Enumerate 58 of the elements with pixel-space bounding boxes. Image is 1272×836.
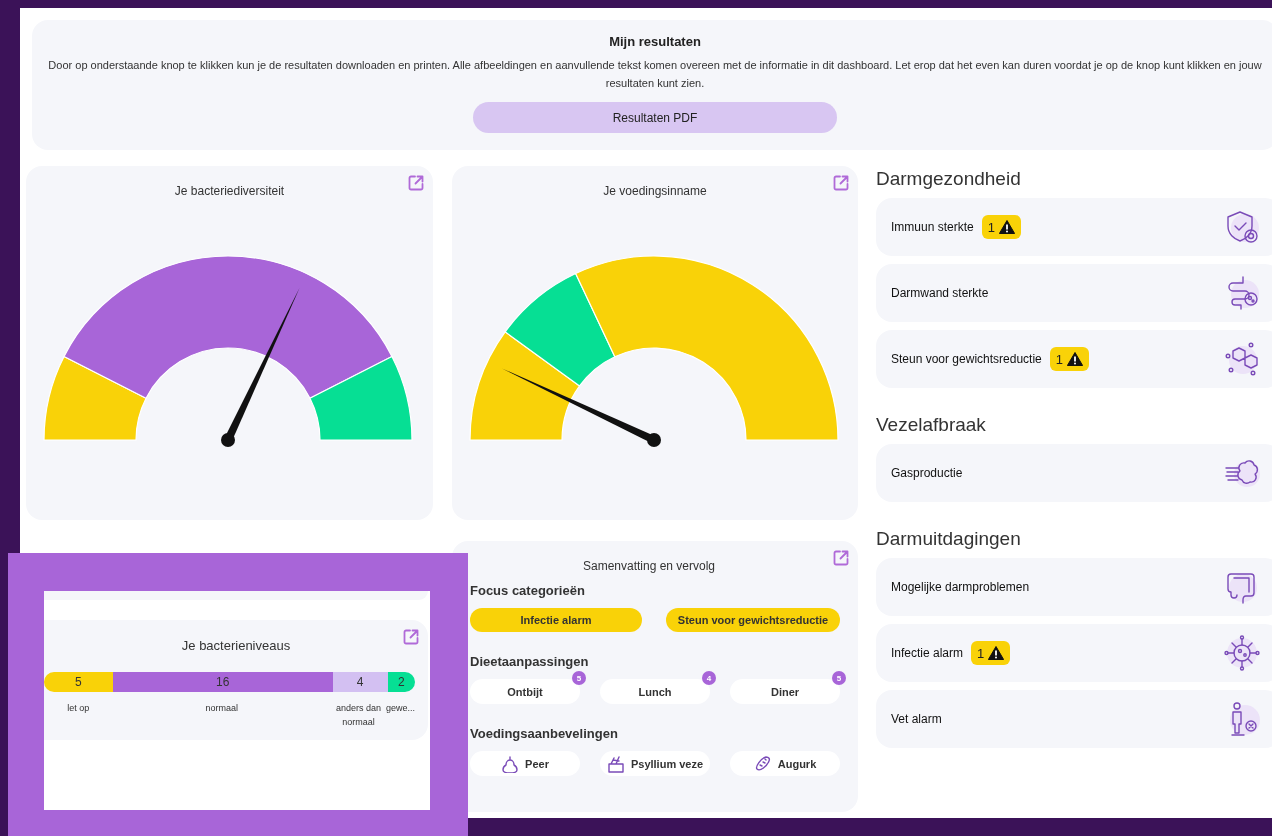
food-label: Augurk <box>777 757 817 770</box>
bar-segment: 5 <box>44 672 113 692</box>
section-heading: Dieetaanpassingen <box>470 654 590 669</box>
segment-label: let op <box>66 702 91 715</box>
external-link-icon[interactable] <box>402 628 420 646</box>
alert-count: 1 <box>977 645 985 661</box>
item-label: Immuun sterkte <box>891 220 974 234</box>
segment-label: anders dan normaal <box>335 702 383 729</box>
item-label: Infectie alarm <box>891 646 964 660</box>
molecule-icon <box>1223 340 1261 378</box>
alert-count: 1 <box>987 219 995 235</box>
category-item[interactable]: Mogelijke darmproblemen <box>876 558 1272 616</box>
bar-segment: 4 <box>332 672 388 692</box>
card-title: Je bacterieniveaus <box>181 638 291 653</box>
bar-segment: 16 <box>112 672 333 692</box>
category-item[interactable]: Gasproductie <box>876 444 1272 502</box>
warning-icon <box>1067 352 1083 366</box>
section-heading: Vezelafbraak <box>876 414 987 436</box>
card-title: Je voedingsinname <box>603 184 707 198</box>
external-link-icon[interactable] <box>407 174 425 192</box>
card-title: Je bacteriediversiteit <box>174 184 285 198</box>
item-label: Vet alarm <box>891 712 942 726</box>
card-title: Samenvatting en vervolg <box>582 559 716 573</box>
alert-count: 1 <box>1055 351 1063 367</box>
pdf-button[interactable]: Resultaten PDF <box>473 102 837 133</box>
category-item[interactable]: Steun voor gewichtsreductie 1 <box>876 330 1272 388</box>
count-badge: 5 <box>832 671 846 685</box>
pear-icon <box>501 754 520 773</box>
segment-label: gewe... <box>385 702 415 715</box>
item-label: Darmwand sterkte <box>891 286 989 300</box>
header-description: Door op onderstaande knop te klikken kun je de resultaten downloaden en printen. Alle afbeeldingen en aanvullende tekst komen overeen met de informatie in dit dashboard. Let erop dat het even kan duren voordat je op de knop kunt klikken en jouw resultaten kunt zien. <box>48 58 1262 91</box>
food-label: Peer <box>525 757 549 770</box>
section-heading: Darmgezondheid <box>876 168 1022 190</box>
item-label: Steun voor gewichtsreductie <box>891 352 1042 366</box>
item-label: Mogelijke darmproblemen <box>891 580 1030 594</box>
category-item[interactable]: Infectie alarm 1 <box>876 624 1272 682</box>
category-item[interactable]: Darmwand sterkte <box>876 264 1272 322</box>
section-heading: Voedingsaanbevelingen <box>470 726 619 741</box>
external-link-icon[interactable] <box>832 549 850 567</box>
category-item[interactable]: Vet alarm <box>876 690 1272 748</box>
section-heading: Focus categorieën <box>470 583 586 598</box>
virus-icon <box>1223 634 1261 672</box>
item-label: Gasproductie <box>891 466 963 480</box>
bar-segment: 2 <box>387 672 415 692</box>
cucumber-icon <box>753 754 772 773</box>
category-item[interactable]: Immuun sterkte 1 <box>876 198 1272 256</box>
segment-label: normaal <box>204 702 240 715</box>
warning-icon <box>998 220 1015 234</box>
focus-tag: Infectie alarm <box>470 608 642 632</box>
external-link-icon[interactable] <box>832 174 850 192</box>
header-title: Mijn resultaten <box>609 34 701 49</box>
food-label: Psyllium veze <box>630 757 704 770</box>
focus-tag: Steun voor gewichtsreductie <box>666 608 840 632</box>
section-heading: Darmuitdagingen <box>876 528 1022 550</box>
count-badge: 4 <box>702 671 716 685</box>
warning-icon <box>988 646 1005 660</box>
box-icon <box>606 754 625 773</box>
count-badge: 5 <box>572 671 586 685</box>
